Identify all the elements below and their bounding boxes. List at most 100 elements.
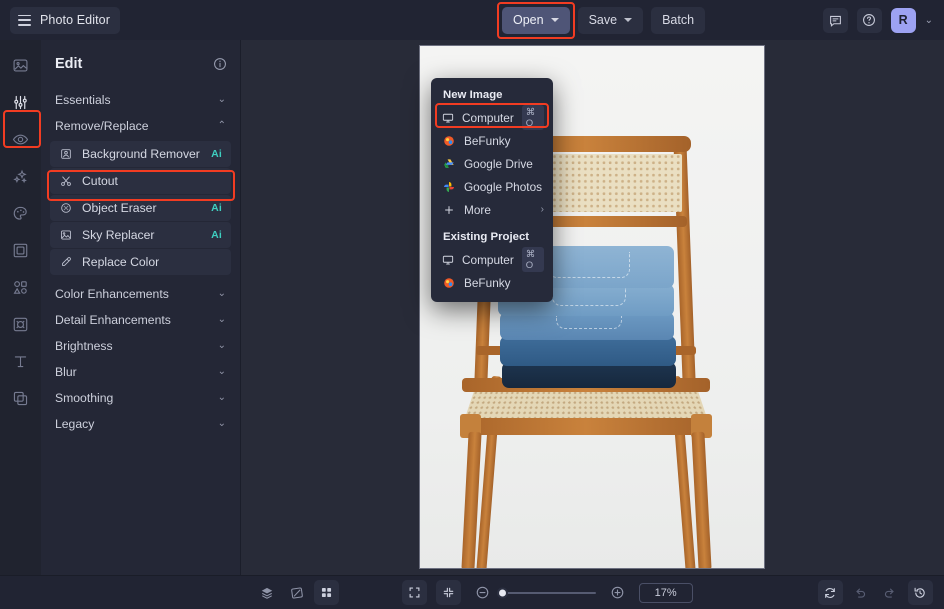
undo-button[interactable]	[848, 580, 873, 605]
sidebar-item-overlays[interactable]	[4, 270, 38, 304]
zoom-in-button[interactable]	[605, 580, 630, 605]
open-menu-item-label: BeFunky	[464, 275, 511, 290]
eyedropper-icon	[59, 256, 73, 268]
sidebar-item-text[interactable]	[4, 344, 38, 378]
info-button[interactable]	[213, 57, 227, 71]
feedback-button[interactable]	[822, 7, 848, 33]
app-menu-button[interactable]: Photo Editor	[10, 6, 120, 34]
remove-replace-items: Background Remover Ai Cutout Object Eras…	[41, 139, 240, 281]
redo-arrow-icon	[885, 588, 895, 598]
compare-button[interactable]	[284, 580, 309, 605]
open-menu-item-label: BeFunky	[464, 133, 511, 148]
open-menu-item-label: Computer	[462, 252, 514, 267]
open-menu-computer-item[interactable]: Computer ⌘ O	[431, 105, 553, 130]
compare-split-icon	[290, 586, 303, 599]
shortcut-badge: ⌘ O	[521, 247, 544, 272]
sub-item-label: Sky Replacer	[82, 228, 155, 242]
account-actions: R ⌄	[822, 7, 933, 33]
zoom-slider[interactable]	[496, 587, 596, 598]
google-drive-icon	[442, 158, 456, 170]
eraser-circle-icon	[59, 202, 73, 214]
tool-rail	[0, 40, 41, 575]
replace-color-item[interactable]: Replace Color	[50, 249, 231, 275]
person-portrait-icon	[59, 148, 73, 160]
group-label: Detail Enhancements	[55, 312, 171, 327]
grid-four-icon	[321, 587, 332, 598]
open-menu: New Image Computer ⌘ O BeFunky Google Dr…	[431, 78, 553, 302]
open-menu-befunky-item[interactable]: BeFunky	[431, 129, 553, 152]
group-label: Smoothing	[55, 390, 114, 405]
open-menu-existing-project-header: Existing Project	[443, 231, 530, 243]
befunky-logo-icon	[442, 135, 456, 147]
group-detail-enhancements[interactable]: Detail Enhancements ⌄	[41, 307, 240, 332]
fit-screen-icon	[409, 587, 420, 598]
background-remover-item[interactable]: Background Remover Ai	[50, 141, 231, 167]
open-menu-existing-computer-item[interactable]: Computer ⌘ O	[431, 247, 553, 272]
open-menu-item-label: Computer	[462, 110, 514, 125]
group-essentials[interactable]: Essentials ⌄	[41, 87, 240, 112]
chevron-down-icon	[624, 18, 633, 22]
account-chevron-down-icon[interactable]: ⌄	[925, 15, 933, 26]
shortcut-badge: ⌘ O	[521, 105, 544, 130]
mountain-sky-icon	[59, 229, 73, 241]
sidebar-item-textures[interactable]	[4, 307, 38, 341]
open-menu-existing-befunky-item[interactable]: BeFunky	[431, 271, 553, 294]
redo-button[interactable]	[878, 580, 903, 605]
reset-button[interactable]	[817, 580, 843, 605]
scissors-icon	[59, 175, 73, 187]
cutout-item[interactable]: Cutout	[50, 168, 231, 194]
help-button[interactable]	[856, 7, 882, 33]
group-label: Blur	[55, 364, 77, 379]
sidebar-item-graphics[interactable]	[4, 381, 38, 415]
zoom-slider-handle[interactable]	[496, 587, 508, 598]
group-color-enhancements[interactable]: Color Enhancements ⌄	[41, 281, 240, 306]
group-remove-replace[interactable]: Remove/Replace ⌃	[41, 113, 240, 138]
actual-size-button[interactable]	[435, 580, 461, 605]
sidebar-item-effects[interactable]	[4, 159, 38, 193]
chevron-down-icon: ⌄	[217, 287, 226, 299]
sidebar-item-frames[interactable]	[4, 233, 38, 267]
save-button[interactable]: Save	[577, 6, 644, 34]
group-brightness[interactable]: Brightness ⌄	[41, 333, 240, 358]
sidebar-item-image[interactable]	[4, 48, 38, 82]
image-canvas[interactable]: Stack of folded blue jeans on a wooden f…	[241, 40, 944, 575]
open-menu-google-drive-item[interactable]: Google Drive	[431, 152, 553, 175]
zoom-out-button[interactable]	[470, 580, 495, 605]
chevron-down-icon: ⌄	[217, 417, 226, 429]
grid-view-button[interactable]	[314, 580, 339, 605]
avatar[interactable]: R	[890, 7, 916, 33]
open-menu-item-label: Google Photos	[464, 179, 543, 194]
sidebar-item-retouch[interactable]	[4, 122, 38, 156]
group-label: Brightness	[55, 338, 113, 353]
plus-icon	[442, 204, 456, 216]
refresh-icon	[825, 587, 836, 598]
group-blur[interactable]: Blur ⌄	[41, 359, 240, 384]
group-smoothing[interactable]: Smoothing ⌄	[41, 385, 240, 410]
open-button-label: Open	[513, 13, 544, 27]
layers-panel-button[interactable]	[254, 580, 279, 605]
chevron-down-icon	[550, 18, 559, 22]
zoom-level-input[interactable]: 17%	[638, 582, 693, 603]
open-button-wrapper: Open	[497, 1, 575, 39]
layers-icon	[13, 391, 28, 405]
batch-button[interactable]: Batch	[651, 6, 706, 34]
frame-icon	[13, 243, 28, 257]
sidebar-item-artsy[interactable]	[4, 196, 38, 230]
history-button[interactable]	[907, 580, 933, 605]
group-label: Essentials	[55, 92, 111, 107]
chevron-down-icon: ⌄	[217, 365, 226, 377]
open-menu-google-photos-item[interactable]: Google Photos	[431, 175, 553, 198]
status-bar-left	[254, 580, 339, 605]
collapse-arrows-icon	[443, 587, 453, 598]
object-eraser-item[interactable]: Object Eraser Ai	[50, 195, 231, 221]
sky-replacer-item[interactable]: Sky Replacer Ai	[50, 222, 231, 248]
group-legacy[interactable]: Legacy ⌄	[41, 411, 240, 436]
fit-to-screen-button[interactable]	[401, 580, 427, 605]
status-bar: 17%	[0, 575, 944, 609]
open-menu-new-image-header: New Image	[443, 89, 503, 101]
sidebar-item-edit[interactable]	[4, 85, 38, 119]
photo-icon	[13, 58, 28, 72]
open-button[interactable]: Open	[502, 6, 570, 34]
open-menu-more-item[interactable]: More ›	[431, 198, 553, 221]
chevron-right-icon: ›	[540, 204, 544, 215]
